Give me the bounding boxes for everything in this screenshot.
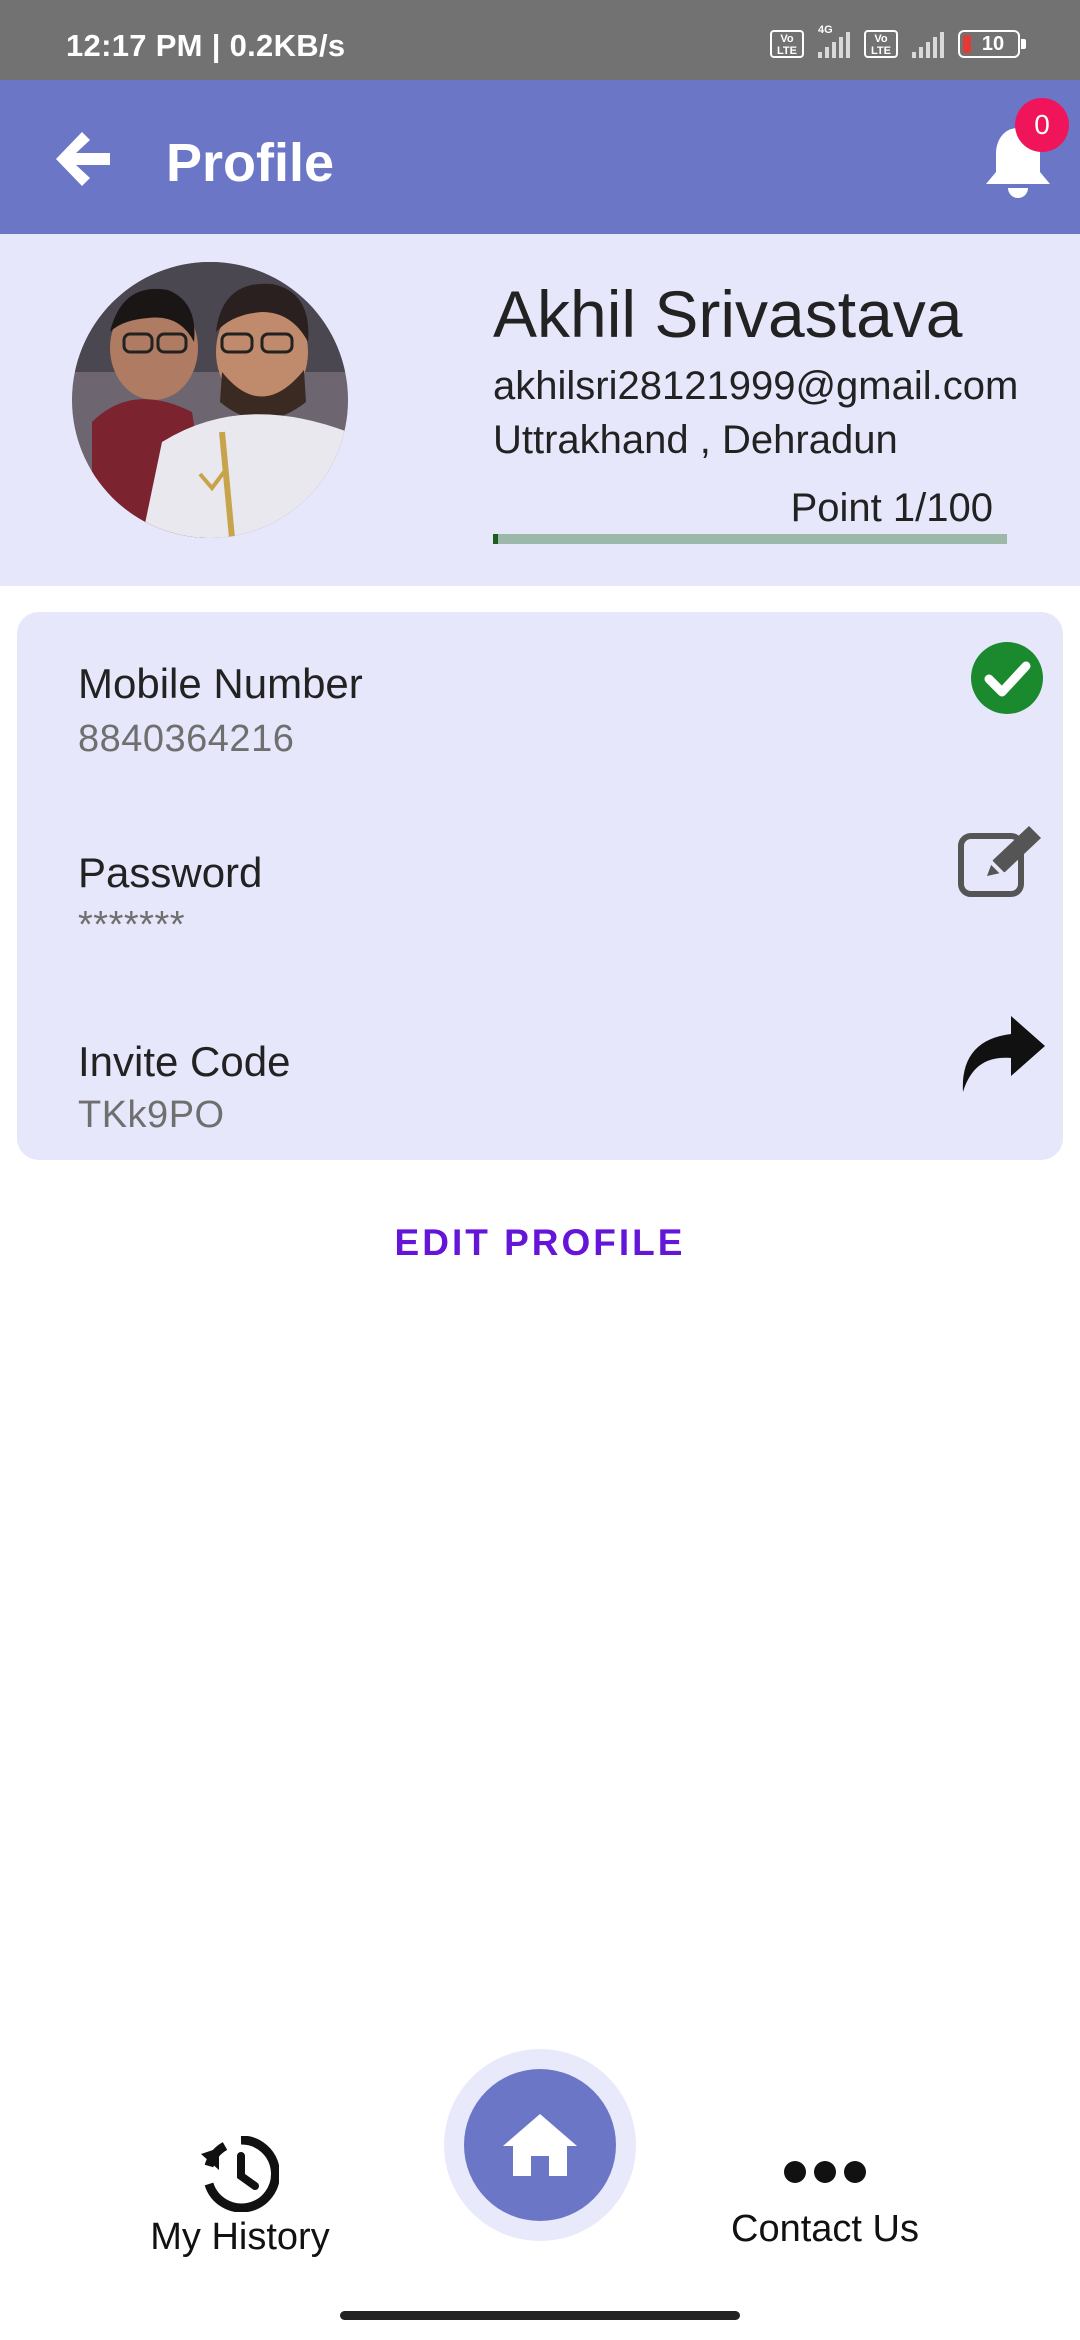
mobile-verified <box>971 642 1043 719</box>
mobile-label: Mobile Number <box>78 660 363 707</box>
points-progress-fill <box>493 534 499 544</box>
edit-profile-button[interactable]: EDIT PROFILE <box>0 1222 1080 1264</box>
invite-label: Invite Code <box>78 1038 291 1085</box>
nav-contact-us-label: Contact Us <box>731 2208 919 2250</box>
notification-badge: 0 <box>1015 98 1069 152</box>
nav-my-history[interactable]: My History <box>140 2136 340 2259</box>
share-icon <box>962 1016 1045 1092</box>
password-label: Password <box>78 849 263 896</box>
status-time: 12:17 PM | 0.2KB/s <box>66 28 346 63</box>
account-details-card: Mobile Number 8840364216 Password ******… <box>17 612 1063 1160</box>
arrow-left-icon <box>56 132 110 186</box>
more-horizontal-icon <box>784 2161 866 2183</box>
history-icon <box>201 2136 279 2212</box>
home-icon <box>503 2114 577 2176</box>
edit-icon <box>958 826 1041 897</box>
volte-icon-2: Vo LTE <box>864 30 898 58</box>
user-location: Uttrakhand , Dehradun <box>493 418 898 462</box>
share-invite-button[interactable] <box>959 1016 1045 1097</box>
nav-my-history-label: My History <box>150 2216 330 2258</box>
avatar <box>72 262 348 538</box>
volte-icon: Vo LTE <box>770 30 804 58</box>
status-bar: 12:17 PM | 0.2KB/s Vo LTE 4G Vo LTE 10 <box>0 0 1080 80</box>
invite-value: TKk9PO <box>78 1094 225 1136</box>
password-value: ******* <box>78 904 186 946</box>
avatar-photo <box>72 262 348 538</box>
check-circle-icon <box>971 642 1043 714</box>
app-bar: Profile <box>0 80 1080 234</box>
points-progress-bar <box>493 534 1007 544</box>
signal-icon: 4G <box>818 24 850 58</box>
page-title: Profile <box>166 133 335 193</box>
signal-icon-2 <box>912 30 944 58</box>
network-type: 4G <box>818 24 833 36</box>
nav-contact-us[interactable]: Contact Us <box>720 2160 930 2251</box>
points-label: Point 1/100 <box>790 486 993 530</box>
battery-level: 10 <box>981 33 1005 55</box>
home-button[interactable] <box>464 2069 616 2221</box>
back-button[interactable] <box>52 128 114 190</box>
status-icons: Vo LTE 4G Vo LTE 10 <box>770 24 1026 58</box>
edit-password-button[interactable] <box>957 826 1043 903</box>
battery-icon: 10 <box>958 30 1026 58</box>
user-email: akhilsri28121999@gmail.com <box>493 364 1019 408</box>
mobile-value: 8840364216 <box>78 718 295 760</box>
user-name: Akhil Srivastava <box>493 277 963 351</box>
gesture-bar <box>340 2311 740 2320</box>
